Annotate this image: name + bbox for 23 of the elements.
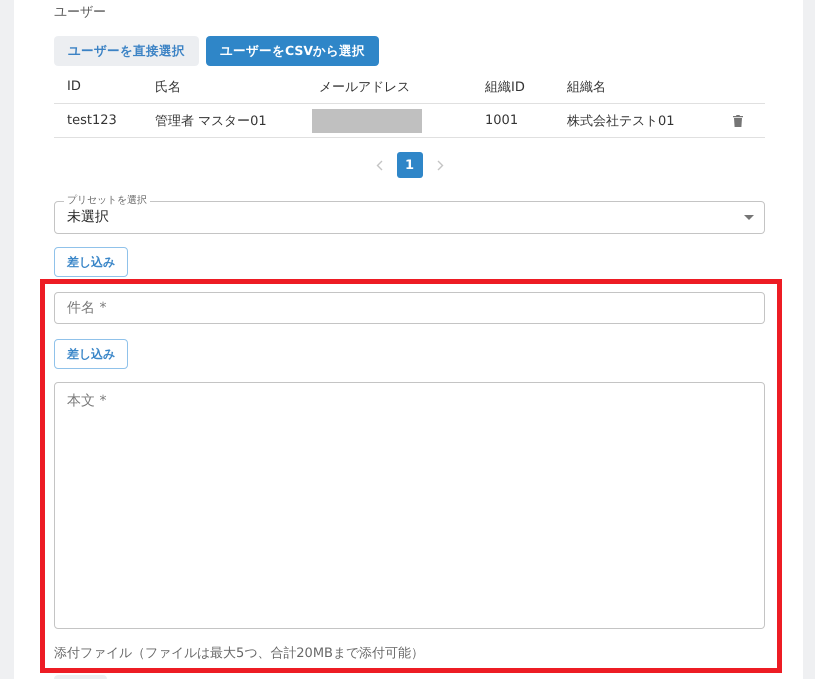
user-select-button[interactable]: ユーザーを直接選択 bbox=[54, 36, 199, 66]
caret-icon[interactable] bbox=[744, 214, 754, 220]
table-cell-text: 管理者 マスター01 bbox=[154, 112, 267, 130]
column-header: メールアドレス bbox=[318, 78, 410, 96]
select-value: 未選択 bbox=[67, 208, 109, 226]
body-field[interactable]: 本文 * bbox=[54, 382, 765, 629]
field-label: プリセットを選択 bbox=[66, 196, 148, 206]
preset-select[interactable]: プリセットを選択 未選択 bbox=[54, 196, 765, 234]
trash-icon[interactable] bbox=[733, 114, 743, 126]
column-header: 組織ID bbox=[484, 78, 525, 96]
insert-button[interactable]: 差し込み bbox=[54, 339, 128, 369]
table-cell-text: test123 bbox=[66, 113, 117, 128]
table-cell-text: 株式会社テスト01 bbox=[566, 112, 675, 130]
column-header: 氏名 bbox=[154, 78, 181, 96]
user-select-button[interactable]: ユーザーをCSVから選択 bbox=[206, 36, 380, 66]
page-button[interactable]: 1 bbox=[396, 152, 422, 178]
attachment-note: 添付ファイル（ファイルは最大5つ、合計20MBまで添付可能） bbox=[54, 645, 424, 663]
column-header: 組織名 bbox=[566, 78, 606, 96]
table-cell-text: 1001 bbox=[484, 113, 518, 128]
subject-field[interactable]: 件名 * bbox=[54, 292, 765, 324]
section-label: ユーザー bbox=[54, 4, 106, 22]
column-header: ID bbox=[66, 79, 81, 94]
insert-button[interactable]: 差し込み bbox=[54, 247, 128, 277]
